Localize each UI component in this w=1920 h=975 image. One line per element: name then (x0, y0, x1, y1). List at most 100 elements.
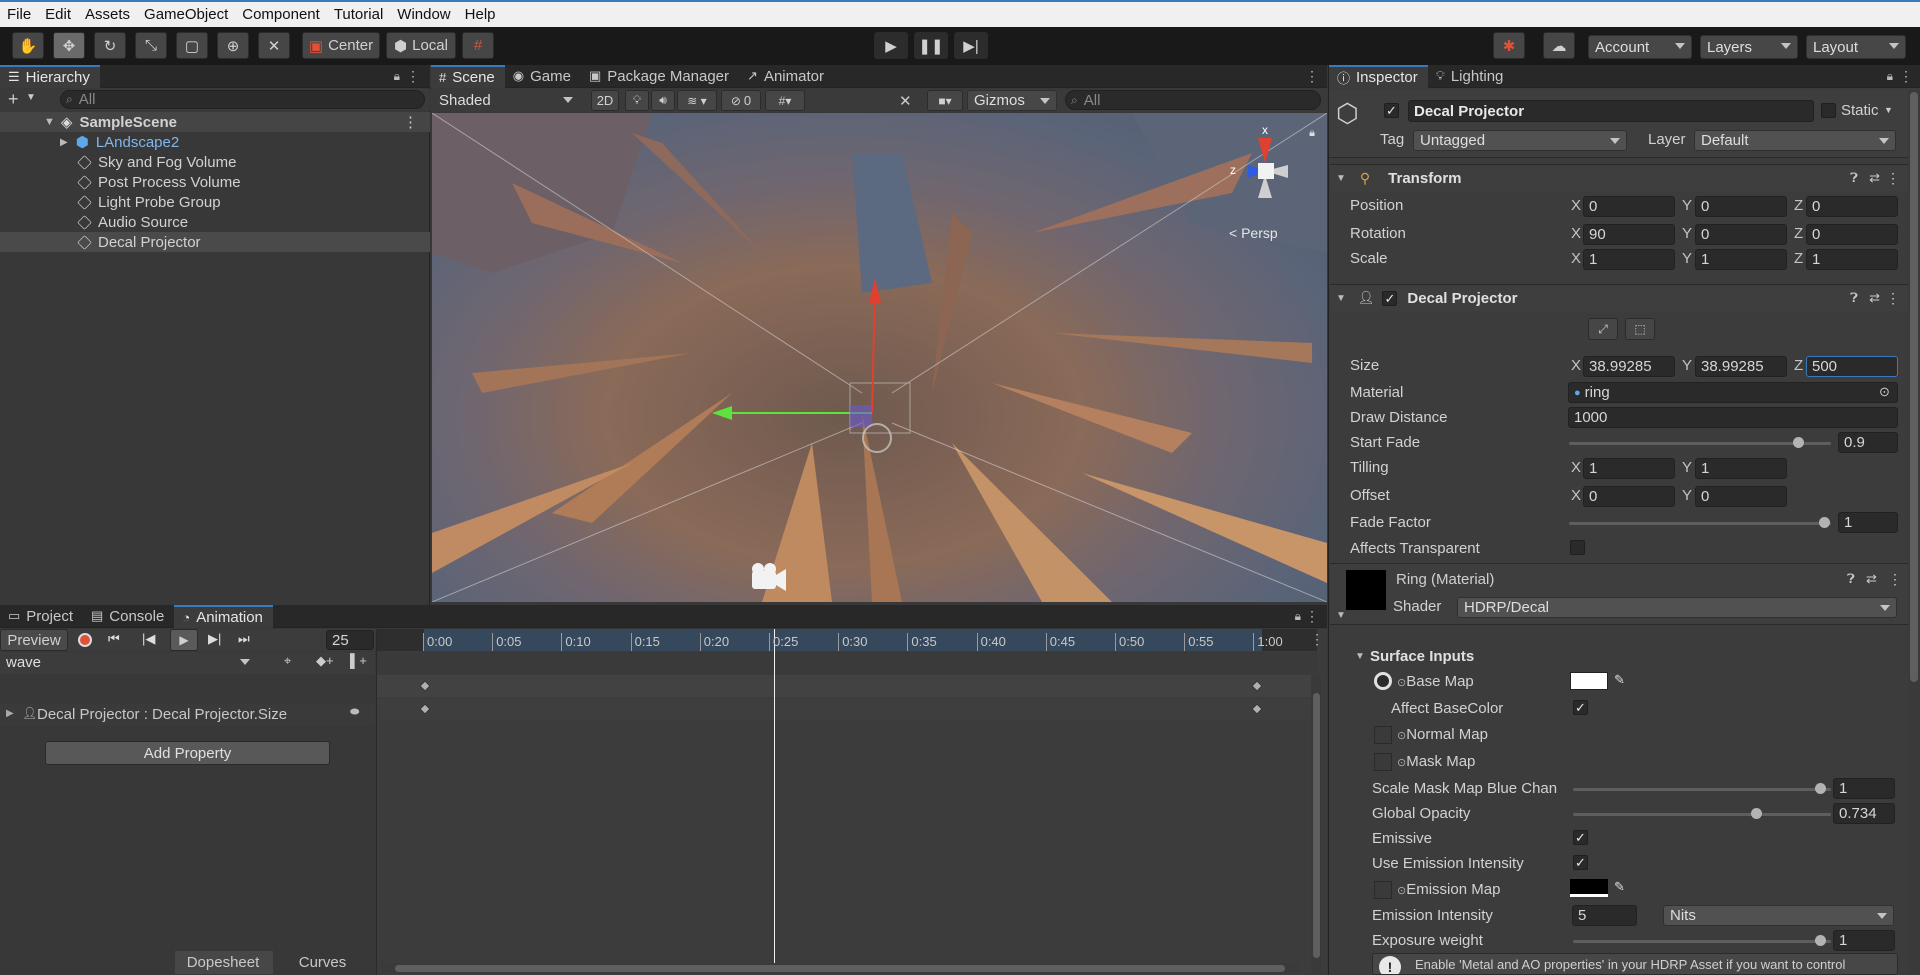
emission-intensity-field[interactable]: 5 (1572, 905, 1637, 926)
record-button[interactable] (78, 633, 92, 647)
chevron-down-icon[interactable]: ▼ (26, 92, 36, 103)
axis-x-label[interactable]: X (1571, 197, 1581, 214)
base-map-texture-slot[interactable] (1374, 672, 1392, 690)
emissive-checkbox[interactable]: ✓ (1573, 830, 1588, 845)
tilling-x-field[interactable]: 1 (1583, 458, 1675, 479)
decal-projector-header[interactable]: ▼ 👤︎ ✓ Decal Projector ❓︎ ⇄ ⋮ (1330, 284, 1912, 311)
kebab-menu-icon[interactable]: ⋮ (1310, 631, 1324, 648)
cloud-button[interactable]: ☁ (1543, 32, 1575, 59)
hierarchy-item[interactable]: Post Process Volume (0, 172, 430, 192)
base-color-swatch[interactable] (1570, 672, 1608, 690)
preset-icon[interactable]: ⇄ (1869, 170, 1880, 186)
axis-x-label[interactable]: X (1571, 487, 1581, 504)
offset-x-field[interactable]: 0 (1583, 486, 1675, 507)
mask-map-texture-slot[interactable] (1374, 753, 1392, 771)
audio-toggle[interactable]: 🔊︎ (651, 90, 675, 111)
size-z-field[interactable]: 500 (1806, 356, 1898, 377)
scale-mask-slider-knob[interactable] (1815, 783, 1826, 794)
clip-dropdown[interactable]: wave (0, 652, 256, 673)
axis-y-label[interactable]: Y (1682, 225, 1692, 242)
axis-y-label[interactable]: Y (1682, 487, 1692, 504)
orientation-gizmo[interactable]: x z (1220, 123, 1310, 213)
emissive-label[interactable]: Emissive (1372, 830, 1432, 847)
tab-animation[interactable]: ◔ Animation (174, 604, 273, 628)
static-label[interactable]: Static (1841, 102, 1879, 119)
keyframe-add-icon[interactable]: ⌖ (284, 653, 291, 669)
horizontal-scrollbar[interactable] (381, 963, 1299, 973)
first-keyframe-icon[interactable]: ⏮ (108, 631, 120, 647)
transform-header[interactable]: ▼ ⚲ Transform ❓︎ ⇄ ⋮ (1330, 164, 1912, 191)
scale-tool-button[interactable]: ⤡ (135, 32, 167, 59)
vertical-scrollbar[interactable] (1311, 675, 1321, 975)
preview-button[interactable]: Preview (0, 629, 68, 651)
expand-arrow-icon[interactable]: ▶ (6, 708, 14, 719)
base-map-label[interactable]: ⊙Base Map (1397, 673, 1474, 690)
preset-icon[interactable]: ⇄ (1866, 571, 1877, 587)
camera-dropdown[interactable]: ■▾ (927, 90, 963, 111)
timeline-area[interactable]: ⋮ (376, 629, 1327, 975)
global-opacity-field[interactable]: 0.734 (1833, 803, 1895, 824)
axis-y-label[interactable]: Y (1682, 357, 1692, 374)
scale-mask-slider[interactable] (1573, 788, 1831, 791)
fade-factor-slider[interactable] (1569, 522, 1831, 525)
exposure-weight-slider[interactable] (1573, 940, 1831, 943)
axis-y-label[interactable]: Y (1682, 250, 1692, 267)
rotation-z-field[interactable]: 0 (1806, 224, 1898, 245)
play-animation-button[interactable]: ▶ (170, 629, 198, 651)
grid-toggle[interactable]: #▾ (765, 90, 805, 111)
edit-bounds-button[interactable]: ⬚ (1625, 318, 1655, 340)
lock-icon[interactable]: 🔒︎ (1309, 127, 1315, 140)
surface-inputs-expand-icon[interactable]: ▼ (1355, 651, 1365, 662)
move-tool-button[interactable]: ✥ (53, 32, 85, 59)
shader-dropdown[interactable]: HDRP/Decal (1457, 597, 1897, 618)
size-x-field[interactable]: 38.99285 (1583, 356, 1675, 377)
global-opacity-slider[interactable] (1573, 813, 1831, 816)
tab-scene[interactable]: # Scene (431, 64, 505, 88)
kebab-menu-icon[interactable]: ⋮ (1888, 571, 1902, 588)
scale-z-field[interactable]: 1 (1806, 249, 1898, 270)
scale-x-field[interactable]: 1 (1583, 249, 1675, 270)
perspective-label[interactable]: < Persp (1229, 225, 1278, 241)
tab-package-manager[interactable]: ▣ Package Manager (581, 65, 739, 88)
scene-row[interactable]: ▼ ◈ SampleScene (0, 112, 430, 132)
add-keyframe-icon[interactable]: ◆+ (316, 653, 334, 669)
tab-game[interactable]: ◉ Game (505, 65, 581, 88)
menu-edit[interactable]: Edit (38, 6, 78, 23)
axis-x-label[interactable]: X (1571, 250, 1581, 267)
tab-curves[interactable]: Curves (276, 951, 371, 974)
decal-enabled-checkbox[interactable]: ✓ (1382, 290, 1398, 306)
collab-button[interactable]: ✱ (1493, 32, 1525, 59)
prev-keyframe-icon[interactable]: |◀ (142, 631, 155, 647)
position-x-field[interactable]: 0 (1583, 196, 1675, 217)
chevron-down-icon[interactable]: ▼ (1884, 105, 1893, 115)
eyedropper-icon[interactable]: ✎ (1614, 879, 1625, 895)
kebab-menu-icon[interactable]: ⋮ (1886, 170, 1900, 187)
kebab-menu-icon[interactable]: ⋮ (1899, 68, 1913, 85)
axis-z-label[interactable]: Z (1794, 250, 1803, 267)
axis-y-label[interactable]: Y (1682, 459, 1692, 476)
scene-kebab-icon[interactable]: ⋮ (403, 113, 418, 131)
eyedropper-icon[interactable]: ✎ (1614, 672, 1625, 688)
preset-icon[interactable]: ⇄ (1869, 290, 1880, 306)
lighting-toggle[interactable]: 💡︎ (625, 90, 649, 111)
position-z-field[interactable]: 0 (1806, 196, 1898, 217)
menu-assets[interactable]: Assets (78, 6, 137, 23)
menu-gameobject[interactable]: GameObject (137, 6, 235, 23)
offset-label[interactable]: Offset (1350, 487, 1390, 504)
lock-icon[interactable]: 🔒︎ (1887, 69, 1893, 84)
scale-y-field[interactable]: 1 (1695, 249, 1787, 270)
rotation-x-field[interactable]: 90 (1583, 224, 1675, 245)
normal-map-texture-slot[interactable] (1374, 726, 1392, 744)
position-y-field[interactable]: 0 (1695, 196, 1787, 217)
emission-unit-dropdown[interactable]: Nits (1663, 905, 1894, 926)
menu-tutorial[interactable]: Tutorial (327, 6, 390, 23)
kebab-menu-icon[interactable]: ⋮ (406, 68, 420, 85)
gizmos-dropdown[interactable]: Gizmos (967, 90, 1057, 111)
menu-window[interactable]: Window (390, 6, 457, 23)
hierarchy-search-input[interactable]: ⌕ All (60, 90, 425, 109)
transform-tool-button[interactable]: ⊕ (217, 32, 249, 59)
affects-transparent-checkbox[interactable] (1570, 540, 1585, 555)
help-icon[interactable]: ❓︎ (1850, 290, 1858, 306)
use-emission-intensity-label[interactable]: Use Emission Intensity (1372, 855, 1524, 872)
help-icon[interactable]: ❓︎ (1850, 170, 1858, 186)
